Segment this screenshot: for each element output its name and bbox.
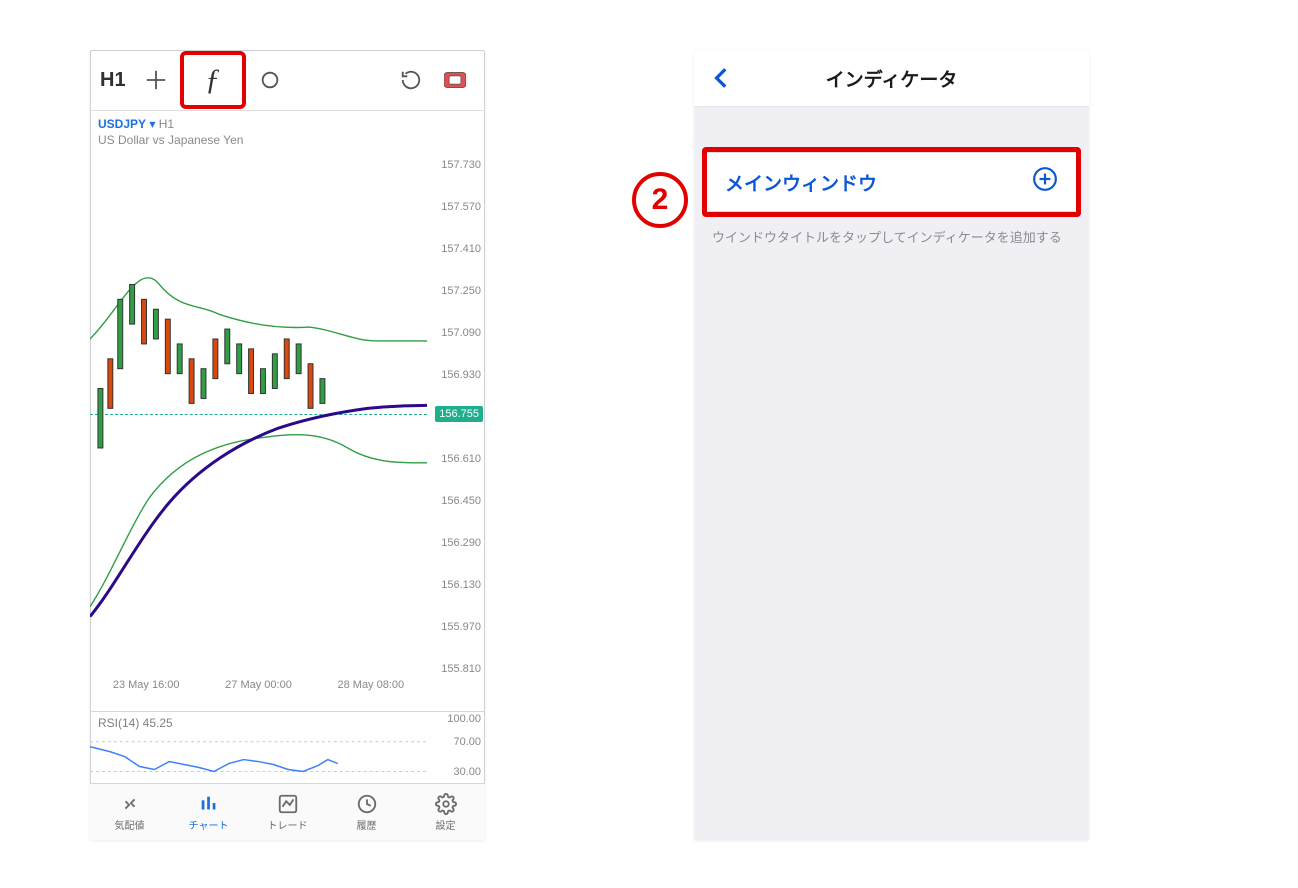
add-indicator-icon[interactable] [1032, 166, 1058, 198]
nav-header: インディケータ [694, 50, 1089, 107]
phone-indicator-screen: インディケータ メインウィンドウ ウインドウタイトルをタップしてインディケータを… [694, 50, 1089, 840]
page-title: インディケータ [826, 65, 958, 92]
phone-chart-screen: H1 ƒ [90, 50, 485, 840]
main-window-row[interactable]: メインウィンドウ [707, 152, 1076, 212]
nav-chart[interactable]: チャート [169, 784, 248, 840]
main-window-highlight: メインウィンドウ [702, 147, 1081, 217]
x-axis: 23 May 16:00 27 May 00:00 28 May 08:00 [90, 676, 427, 694]
current-price-tag: 156.755 [435, 406, 483, 422]
stage: 1 H1 ƒ [0, 0, 1298, 888]
step-badge-2: 2 [632, 172, 688, 228]
chart-plot [90, 111, 427, 666]
nav-trade[interactable]: トレード [248, 784, 327, 840]
nav-settings[interactable]: 設定 [406, 784, 485, 840]
hint-text: ウインドウタイトルをタップしてインディケータを追加する [694, 217, 1089, 246]
refresh-icon[interactable] [391, 60, 431, 100]
indicator-body: メインウィンドウ ウインドウタイトルをタップしてインディケータを追加する [694, 107, 1089, 840]
objects-icon[interactable] [250, 60, 290, 100]
crosshair-icon[interactable] [136, 60, 176, 100]
nav-history[interactable]: 履歴 [327, 784, 406, 840]
chart-topbar: H1 ƒ [90, 50, 485, 110]
back-button[interactable] [700, 50, 744, 106]
indicators-button[interactable]: ƒ [180, 51, 246, 109]
price-chart[interactable]: USDJPY ▾ H1 US Dollar vs Japanese Yen 15… [90, 110, 485, 711]
new-order-icon[interactable] [435, 60, 475, 100]
main-window-label: メインウィンドウ [725, 169, 877, 196]
nav-quotes[interactable]: 気配値 [90, 784, 169, 840]
timeframe-label[interactable]: H1 [100, 69, 126, 92]
bottom-nav: 気配値 チャート トレード 履歴 [90, 783, 485, 840]
